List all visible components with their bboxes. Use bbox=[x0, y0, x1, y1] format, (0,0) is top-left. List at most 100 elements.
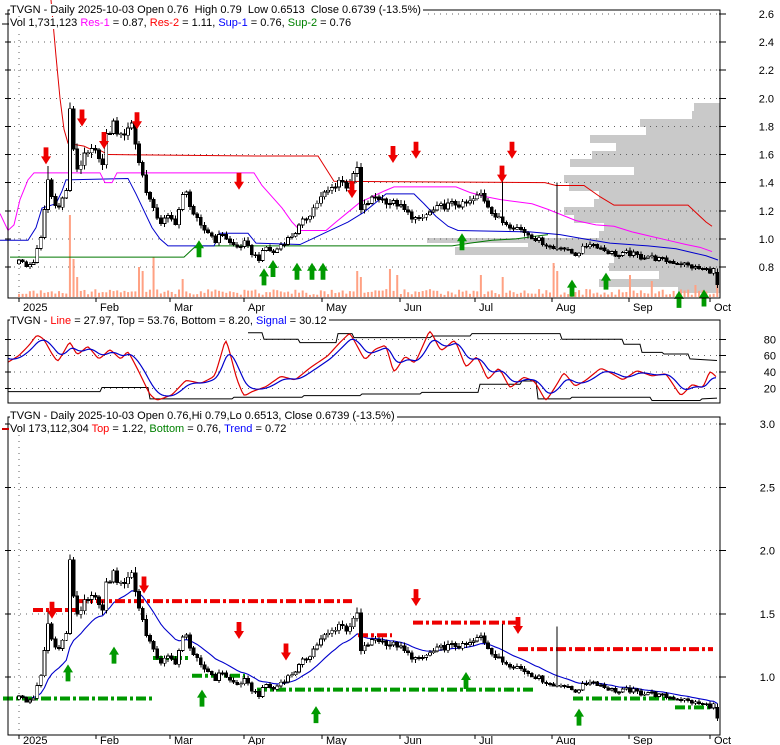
sell-arrow-icon bbox=[234, 172, 244, 190]
legend-value: = 53.76, bbox=[134, 315, 182, 327]
candle-body bbox=[384, 640, 389, 647]
candle-body bbox=[315, 644, 320, 650]
candle-body bbox=[646, 255, 651, 259]
candle-body bbox=[526, 671, 531, 674]
candle-body bbox=[406, 209, 411, 213]
candle-body bbox=[46, 623, 50, 651]
volume-bar bbox=[628, 275, 631, 297]
candle-body bbox=[180, 194, 185, 210]
candle-body bbox=[166, 655, 171, 659]
candle-body bbox=[351, 617, 356, 628]
candle-body bbox=[409, 652, 414, 660]
candle-body bbox=[588, 244, 592, 248]
candle-body bbox=[162, 217, 167, 224]
volume-bar bbox=[363, 292, 366, 297]
volume-profile-bar bbox=[569, 183, 720, 191]
candle-body bbox=[577, 689, 581, 693]
volume-bar bbox=[476, 291, 479, 297]
candle-body bbox=[708, 268, 712, 274]
candle-body bbox=[566, 686, 571, 688]
axis-label: 60 bbox=[764, 351, 776, 363]
candle-body bbox=[86, 598, 90, 601]
candle-body bbox=[144, 174, 149, 194]
volume-bar bbox=[425, 290, 428, 297]
candle-body bbox=[78, 610, 83, 615]
candle-body bbox=[17, 695, 21, 700]
candle-body bbox=[486, 200, 491, 208]
volume-bar bbox=[607, 294, 610, 297]
axis-label: Oct bbox=[714, 302, 731, 314]
candle-body bbox=[664, 693, 669, 698]
bottom-band-line bbox=[8, 380, 718, 402]
candle-body bbox=[475, 636, 480, 642]
candle-body bbox=[260, 250, 265, 261]
volume-bar bbox=[334, 293, 337, 297]
candle-body bbox=[235, 681, 240, 685]
candle-body bbox=[369, 196, 374, 204]
volume-bar bbox=[283, 292, 286, 297]
volume-bar bbox=[247, 290, 250, 297]
volume-bar bbox=[698, 290, 701, 297]
candle-body bbox=[497, 656, 501, 659]
candle-body bbox=[38, 237, 43, 249]
volume-bar bbox=[403, 289, 406, 297]
candle-body bbox=[431, 209, 436, 213]
volume-bar bbox=[708, 294, 711, 297]
candle-body bbox=[700, 267, 705, 270]
candle-body bbox=[326, 189, 331, 193]
candle-body bbox=[588, 681, 592, 685]
candle-body bbox=[609, 687, 614, 691]
candle-body bbox=[333, 186, 338, 189]
candle-body bbox=[642, 257, 647, 260]
volume-bar bbox=[25, 293, 28, 297]
oscillator-line bbox=[7, 330, 717, 401]
volume-profile-bar bbox=[604, 223, 720, 231]
axis-label: Jun bbox=[404, 302, 422, 314]
candle-body bbox=[504, 661, 509, 665]
legend-label-top: Top bbox=[117, 315, 135, 327]
volume-bar bbox=[461, 291, 464, 297]
volume-bar bbox=[450, 292, 453, 297]
candle-body bbox=[577, 252, 581, 257]
candle-body bbox=[188, 191, 192, 208]
buy-arrow-icon bbox=[574, 708, 584, 726]
volume-bar bbox=[385, 289, 388, 297]
volume-bar bbox=[614, 294, 617, 297]
volume-bar bbox=[392, 290, 395, 297]
candle-body bbox=[362, 203, 367, 211]
candle-body bbox=[104, 581, 109, 611]
volume-bar bbox=[530, 293, 533, 297]
candle-body bbox=[242, 678, 247, 685]
candle-body bbox=[318, 638, 323, 646]
volume-bar bbox=[545, 290, 548, 297]
volume-bar bbox=[541, 293, 544, 297]
sell-arrow-icon bbox=[507, 141, 517, 159]
candle-body bbox=[264, 684, 269, 688]
volume-bar bbox=[428, 289, 431, 297]
panel-border bbox=[7, 319, 721, 404]
volume-bar bbox=[163, 291, 166, 297]
candle-body bbox=[428, 211, 432, 216]
candle-body bbox=[682, 698, 687, 701]
buy-arrow-icon bbox=[268, 259, 278, 277]
panel3-subtitle: Vol 173,112,304 Top = 1.22, Bottom = 0.7… bbox=[10, 423, 289, 435]
candle-body bbox=[144, 619, 149, 636]
candle-body bbox=[282, 244, 287, 246]
candle-body bbox=[31, 697, 36, 701]
candle-body bbox=[602, 247, 607, 252]
candle-body bbox=[409, 211, 414, 220]
volume-bar bbox=[479, 275, 482, 297]
candle-body bbox=[442, 203, 447, 210]
volume-bar bbox=[370, 291, 373, 297]
volume-bar bbox=[505, 292, 508, 297]
volume-bar bbox=[87, 294, 90, 297]
candle-body bbox=[500, 216, 505, 223]
candle-body bbox=[71, 559, 76, 597]
candle-body bbox=[562, 247, 567, 250]
candle-body bbox=[206, 668, 211, 672]
candle-body bbox=[260, 687, 265, 697]
volume-bar bbox=[145, 291, 148, 297]
volume-bar bbox=[236, 292, 239, 297]
candle-body bbox=[78, 164, 83, 170]
axis-label: 1.4 bbox=[759, 178, 774, 190]
